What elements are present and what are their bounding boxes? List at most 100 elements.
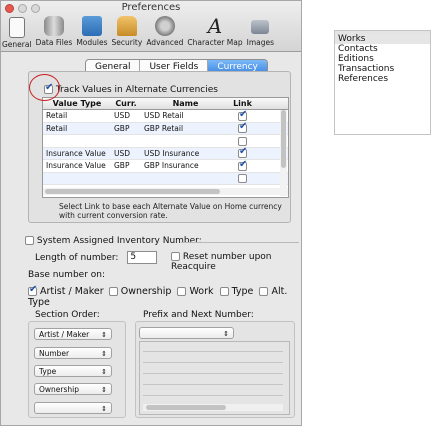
module-list[interactable]: Works Contacts Editions Transactions Ref… [334,30,431,135]
toolbar-images-label: Images [246,38,275,47]
list-row-divider [143,373,283,374]
list-item-references[interactable]: References [335,74,430,84]
section-divider [181,242,299,243]
toolbar-character-map[interactable]: A Character Map [187,16,242,49]
chevron-updown-icon: ⇕ [101,386,107,394]
cell-currency: GBP [114,123,130,133]
toolbar-advanced-label: Advanced [146,38,184,47]
link-checkbox[interactable] [238,109,247,121]
list-row-divider [143,395,283,396]
link-checkbox[interactable] [238,146,247,158]
base-number-label: Base number on: [28,270,106,280]
base-artist-checkbox[interactable] [28,284,37,296]
list-row-divider [143,362,283,363]
link-checkbox[interactable] [238,159,247,171]
reset-row[interactable]: Reset number upon Reacquire [171,252,301,272]
chevron-updown-icon: ⇕ [101,350,107,358]
chevron-updown-icon: ⇕ [101,405,107,413]
system-assigned-checkbox[interactable] [25,236,34,245]
cell-currency: USD [114,111,131,120]
preferences-window: Preferences General Data Files Modules S… [0,0,302,426]
header-value-type[interactable]: Value Type [43,98,111,109]
table-row[interactable]: Retail USD USD Retail [43,109,288,123]
link-checkbox[interactable] [238,121,247,133]
list-item-editions[interactable]: Editions [335,54,430,64]
table-horizontal-scrollbar[interactable] [43,188,288,195]
cell-value-type [43,135,111,147]
base-alt-type-checkbox[interactable] [259,287,269,296]
table-row[interactable] [43,172,288,185]
list-item-transactions[interactable]: Transactions [335,64,430,74]
base-ownership-label: Ownership [120,286,172,297]
section-order-popup-1[interactable]: Artist / Maker ⇕ [34,328,112,340]
reset-number-label: Reset number upon Reacquire [171,252,272,272]
title-bar: Preferences General Data Files Modules S… [1,1,301,52]
list-item-contacts[interactable]: Contacts [335,44,430,54]
table-row[interactable] [43,135,288,148]
toolbar-modules[interactable]: Modules [76,16,108,49]
prefix-scroll-thumb[interactable] [146,405,226,410]
cell-name: USD Insurance [144,148,200,158]
prefix-list[interactable] [139,341,290,415]
cell-value-type: Insurance Value [46,161,106,170]
toolbar-general[interactable]: General [2,16,32,49]
toolbar-modules-label: Modules [76,38,108,47]
prefix-horizontal-scrollbar[interactable] [143,404,283,411]
lock-icon [116,16,137,36]
track-alternate-currencies-label: Track Values in Alternate Currencies [55,85,218,95]
system-assigned-row[interactable]: System Assigned Inventory Number: [25,236,202,246]
toolbar-data-files[interactable]: Data Files [35,16,73,49]
base-ownership-checkbox[interactable] [108,287,118,296]
modules-icon [81,16,102,36]
base-type-checkbox[interactable] [219,287,229,296]
chevron-updown-icon: ⇕ [101,331,107,339]
header-name[interactable]: Name [141,98,230,109]
base-work-checkbox[interactable] [177,287,187,296]
system-assigned-label: System Assigned Inventory Number: [36,236,202,246]
cell-currency: USD [114,148,131,158]
base-number-options: Artist / Maker Ownership Work Type Alt. … [28,284,301,308]
base-type-label: Type [231,286,254,297]
table-row[interactable]: Retail GBP GBP Retail [43,121,288,135]
prefix-popup[interactable]: ⇕ [139,327,234,339]
chevron-updown-icon: ⇕ [223,330,229,338]
table-vertical-scrollbar[interactable] [280,110,287,196]
header-link[interactable]: Link [230,98,255,109]
table-row[interactable]: Insurance Value GBP GBP Insurance [43,159,288,173]
section-order-popup-4[interactable]: Ownership ⇕ [34,383,112,395]
header-currency[interactable]: Curr. [111,98,141,109]
horizontal-scroll-thumb[interactable] [45,189,220,194]
list-item-works[interactable]: Works [335,34,430,44]
chevron-updown-icon: ⇕ [101,368,107,376]
section-order-popup-5[interactable]: ⇕ [34,402,112,414]
reset-number-checkbox[interactable] [171,252,180,261]
toolbar-security[interactable]: Security [111,16,143,49]
toolbar-data-files-label: Data Files [35,38,73,47]
vertical-scroll-thumb[interactable] [281,110,286,168]
prefix-next-number-label: Prefix and Next Number: [143,310,254,320]
highlight-circle [29,74,60,101]
cell-name: USD Retail [144,111,184,120]
section-order-popup-2[interactable]: Number ⇕ [34,347,112,359]
list-row-divider [143,351,283,352]
cell-value-type [43,173,111,185]
gear-icon [154,16,175,36]
toolbar-images[interactable]: Images [247,16,274,49]
toolbar-security-label: Security [111,38,143,47]
cell-currency: GBP [114,161,130,170]
link-checkbox[interactable] [238,136,247,146]
track-alternate-currencies[interactable]: Track Values in Alternate Currencies [44,82,218,95]
link-checkbox[interactable] [238,174,247,183]
cell-name: GBP Retail [144,123,184,133]
table-row[interactable]: Insurance Value USD USD Insurance [43,146,288,160]
section-order-popup-3[interactable]: Type ⇕ [34,365,112,377]
toolbar: General Data Files Modules Security Adva… [1,16,301,49]
base-artist-label: Artist / Maker [40,286,104,297]
cell-value-type: Insurance Value [46,148,106,158]
window-title: Preferences [121,2,181,13]
currency-table: Value Type Curr. Name Link Retail USD US… [42,97,289,198]
database-icon [43,16,64,36]
length-field[interactable]: 5 [127,251,158,264]
character-map-icon: A [207,14,223,38]
toolbar-advanced[interactable]: Advanced [146,16,183,49]
